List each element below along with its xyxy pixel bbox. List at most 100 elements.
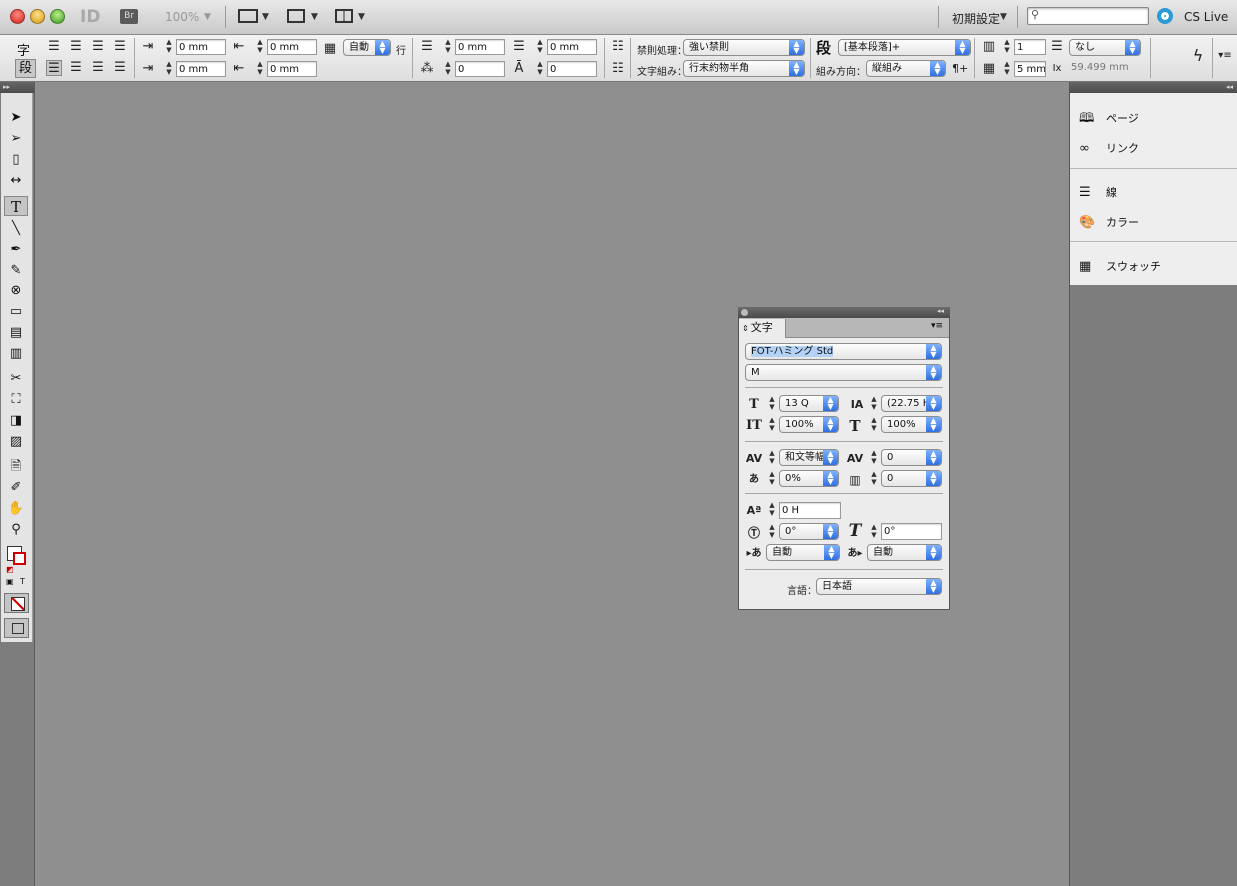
quick-apply-icon[interactable]: ϟ: [1190, 48, 1206, 64]
tools-expand-icon[interactable]: ▸▸: [0, 82, 34, 93]
columns-field[interactable]: 1: [1014, 39, 1046, 55]
free-transform-tool-icon[interactable]: ⛶: [4, 390, 28, 410]
direction-dropdown[interactable]: 縦組み ▲ ▼: [866, 60, 946, 77]
left-indent-stepper[interactable]: ▲ ▼: [164, 38, 174, 55]
font-family-dropdown[interactable]: FOT-ハミング Std ▲ ▼: [745, 343, 942, 360]
screen-mode-button[interactable]: [4, 618, 29, 638]
justify-right-icon[interactable]: ☰: [112, 60, 128, 76]
character-panel-titlebar[interactable]: [738, 307, 950, 318]
tracking-stepper[interactable]: ▲ ▼: [869, 449, 879, 466]
columns-stepper[interactable]: ▲ ▼: [1002, 38, 1012, 55]
language-dropdown[interactable]: 日本語 ▲ ▼: [816, 578, 942, 595]
screen-mode-icon[interactable]: [287, 9, 305, 23]
zoom-tool-icon[interactable]: ⚲: [4, 520, 28, 540]
right-indent-field[interactable]: 0 mm: [267, 39, 317, 55]
horizontal-scale-stepper[interactable]: ▲ ▼: [869, 416, 879, 433]
zoom-chevron-icon[interactable]: ▼: [204, 12, 211, 22]
type-tool-icon[interactable]: T: [4, 196, 28, 216]
space-before-field[interactable]: 0 mm: [455, 39, 505, 55]
dock-item-links[interactable]: ∞ リンク: [1079, 138, 1139, 160]
vertical-grid-tool-icon[interactable]: ▥: [4, 344, 28, 364]
last-line-indent-field[interactable]: 0 mm: [267, 61, 317, 77]
align-towards-spine-icon[interactable]: ☰: [112, 39, 128, 55]
note-tool-icon[interactable]: 🗎: [4, 457, 28, 477]
align-left-icon[interactable]: ☰: [46, 39, 62, 55]
formatting-container-icon[interactable]: ▣: [6, 577, 14, 586]
align-right-icon[interactable]: ☰: [90, 39, 106, 55]
aki-before-dropdown[interactable]: 自動 ▲ ▼: [766, 544, 840, 561]
stroke-swatch-icon[interactable]: [13, 552, 26, 565]
paragraph-style-dropdown[interactable]: [基本段落]+ ▲ ▼: [838, 39, 971, 56]
justify-center-icon[interactable]: ☰: [68, 60, 84, 76]
kerning-stepper[interactable]: ▲ ▼: [767, 449, 777, 466]
dock-item-pages[interactable]: 🕮 ページ: [1079, 108, 1139, 130]
pen-tool-icon[interactable]: ✒: [4, 240, 28, 260]
left-indent-field[interactable]: 0 mm: [176, 39, 226, 55]
hand-tool-icon[interactable]: ✋: [4, 499, 28, 519]
vertical-scale-stepper[interactable]: ▲ ▼: [767, 416, 777, 433]
paragraph-mode-button[interactable]: 段: [15, 59, 36, 78]
grid-align-dropdown[interactable]: 自動 ▲ ▼: [343, 39, 391, 56]
selection-tool-icon[interactable]: ➤: [4, 108, 28, 128]
skew-stepper[interactable]: ▲ ▼: [869, 523, 879, 540]
gap-tool-icon[interactable]: ↔: [4, 171, 28, 191]
apply-none-button[interactable]: [4, 593, 29, 613]
gradient-feather-tool-icon[interactable]: ▨: [4, 432, 28, 452]
font-size-dropdown[interactable]: 13 Q ▲ ▼: [779, 395, 839, 412]
rectangle-frame-tool-icon[interactable]: ⊗: [4, 281, 28, 301]
chevron-down-icon[interactable]: ▼: [311, 12, 318, 22]
zoom-level[interactable]: 100%: [165, 10, 199, 24]
drop-cap-chars-field[interactable]: 0: [547, 61, 597, 77]
drop-cap-lines-stepper[interactable]: ▲ ▼: [443, 60, 453, 77]
last-line-indent-stepper[interactable]: ▲ ▼: [255, 60, 265, 77]
close-window-button[interactable]: [10, 9, 25, 24]
chevron-down-icon[interactable]: ▼: [1000, 12, 1007, 22]
rotation-stepper[interactable]: ▲ ▼: [767, 523, 777, 540]
page-tool-icon[interactable]: ▯: [4, 150, 28, 170]
vertical-scale-dropdown[interactable]: 100% ▲ ▼: [779, 416, 839, 433]
aki-stepper[interactable]: ▲ ▼: [869, 470, 879, 487]
gutter-stepper[interactable]: ▲ ▼: [1002, 60, 1012, 77]
line-tool-icon[interactable]: ╲: [4, 219, 28, 239]
baseline-shift-field[interactable]: 0 H: [779, 502, 841, 519]
panel-menu-icon[interactable]: ▾≡: [931, 321, 943, 331]
panel-collapse-icon[interactable]: ◂◂: [937, 307, 944, 315]
horizontal-scale-dropdown[interactable]: 100% ▲ ▼: [881, 416, 942, 433]
drop-cap-chars-stepper[interactable]: ▲ ▼: [535, 60, 545, 77]
justify-all-icon[interactable]: ☰: [90, 60, 106, 76]
view-options-icon[interactable]: [238, 9, 258, 23]
font-style-dropdown[interactable]: M ▲ ▼: [745, 364, 942, 381]
rectangle-tool-icon[interactable]: ▭: [4, 302, 28, 322]
minimize-window-button[interactable]: [30, 9, 45, 24]
justify-left-icon[interactable]: ☰: [46, 60, 62, 76]
numbered-list-icon[interactable]: ☷: [610, 61, 626, 77]
align-center-icon[interactable]: ☰: [68, 39, 84, 55]
bullet-list-icon[interactable]: ☷: [610, 39, 626, 55]
baseline-shift-stepper[interactable]: ▲ ▼: [767, 501, 777, 518]
skew-field[interactable]: 0°: [881, 523, 942, 540]
tsume-dropdown[interactable]: 0% ▲ ▼: [779, 470, 839, 487]
tab-character[interactable]: ⇕ 文字: [739, 319, 786, 338]
dock-collapse-icon[interactable]: ◂◂: [1070, 82, 1237, 93]
tsume-stepper[interactable]: ▲ ▼: [767, 470, 777, 487]
cs-live-label[interactable]: CS Live: [1184, 10, 1228, 24]
horizontal-grid-tool-icon[interactable]: ▤: [4, 323, 28, 343]
leading-stepper[interactable]: ▲ ▼: [869, 395, 879, 412]
rotation-dropdown[interactable]: 0° ▲ ▼: [779, 523, 839, 540]
direct-selection-tool-icon[interactable]: ➢: [4, 129, 28, 149]
dock-item-swatches[interactable]: ▦ スウォッチ: [1079, 256, 1161, 278]
font-size-stepper[interactable]: ▲ ▼: [767, 395, 777, 412]
bridge-button[interactable]: Br: [120, 9, 138, 24]
workspace-switcher[interactable]: 初期設定: [952, 10, 1000, 27]
kerning-dropdown[interactable]: 和文等幅 ▲ ▼: [779, 449, 839, 466]
cs-live-icon[interactable]: [1157, 8, 1173, 24]
dock-item-color[interactable]: 🎨 カラー: [1079, 212, 1139, 234]
eyedropper-tool-icon[interactable]: ✐: [4, 478, 28, 498]
space-after-field[interactable]: 0 mm: [547, 39, 597, 55]
first-line-indent-field[interactable]: 0 mm: [176, 61, 226, 77]
search-input[interactable]: [1027, 7, 1149, 25]
character-mode-button[interactable]: 字: [17, 40, 30, 59]
chevron-down-icon[interactable]: ▼: [358, 12, 365, 22]
aki-after-dropdown[interactable]: 自動 ▲ ▼: [867, 544, 942, 561]
space-before-stepper[interactable]: ▲ ▼: [443, 38, 453, 55]
